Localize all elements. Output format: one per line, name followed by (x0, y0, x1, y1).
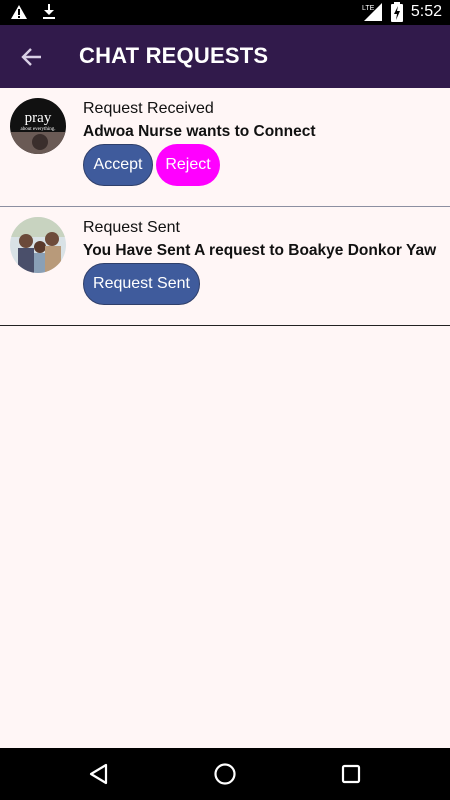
status-left-icons (10, 4, 56, 20)
request-message: You Have Sent A request to Boakye Donkor… (83, 242, 437, 259)
avatar-image: pray about everything. (10, 98, 66, 154)
request-heading: Request Sent (83, 219, 180, 236)
avatar-image (10, 217, 66, 273)
page-title: CHAT REQUESTS (79, 43, 269, 68)
accept-button[interactable]: Accept (83, 144, 153, 186)
download-icon (43, 4, 55, 19)
network-label: LTE (362, 5, 375, 12)
home-circle-icon[interactable] (212, 761, 238, 787)
request-sent-card: Request Sent You Have Sent A request to … (0, 207, 450, 326)
reject-button[interactable]: Reject (156, 144, 220, 186)
requests-list: pray about everything. Request Received … (0, 88, 450, 748)
status-right-icons: LTE 5:52 (361, 2, 442, 22)
avatar[interactable] (10, 217, 66, 273)
avatar-caption: about everything. (21, 127, 56, 132)
request-message: Adwoa Nurse wants to Connect (83, 123, 316, 140)
recents-square-icon[interactable] (338, 761, 364, 787)
back-arrow-icon[interactable] (18, 43, 46, 71)
navigation-bar (0, 748, 450, 800)
battery-icon (390, 2, 403, 22)
request-sent-button[interactable]: Request Sent (83, 263, 200, 305)
back-triangle-icon[interactable] (86, 761, 112, 787)
warning-icon (11, 5, 27, 19)
avatar[interactable]: pray about everything. (10, 98, 66, 154)
app-bar: CHAT REQUESTS (0, 25, 450, 88)
status-bar: LTE 5:52 (0, 0, 450, 25)
request-received-card: pray about everything. Request Received … (0, 88, 450, 207)
status-time: 5:52 (410, 3, 442, 20)
request-heading: Request Received (83, 100, 214, 117)
avatar-word: pray (25, 110, 52, 126)
signal-icon: LTE (362, 3, 382, 21)
